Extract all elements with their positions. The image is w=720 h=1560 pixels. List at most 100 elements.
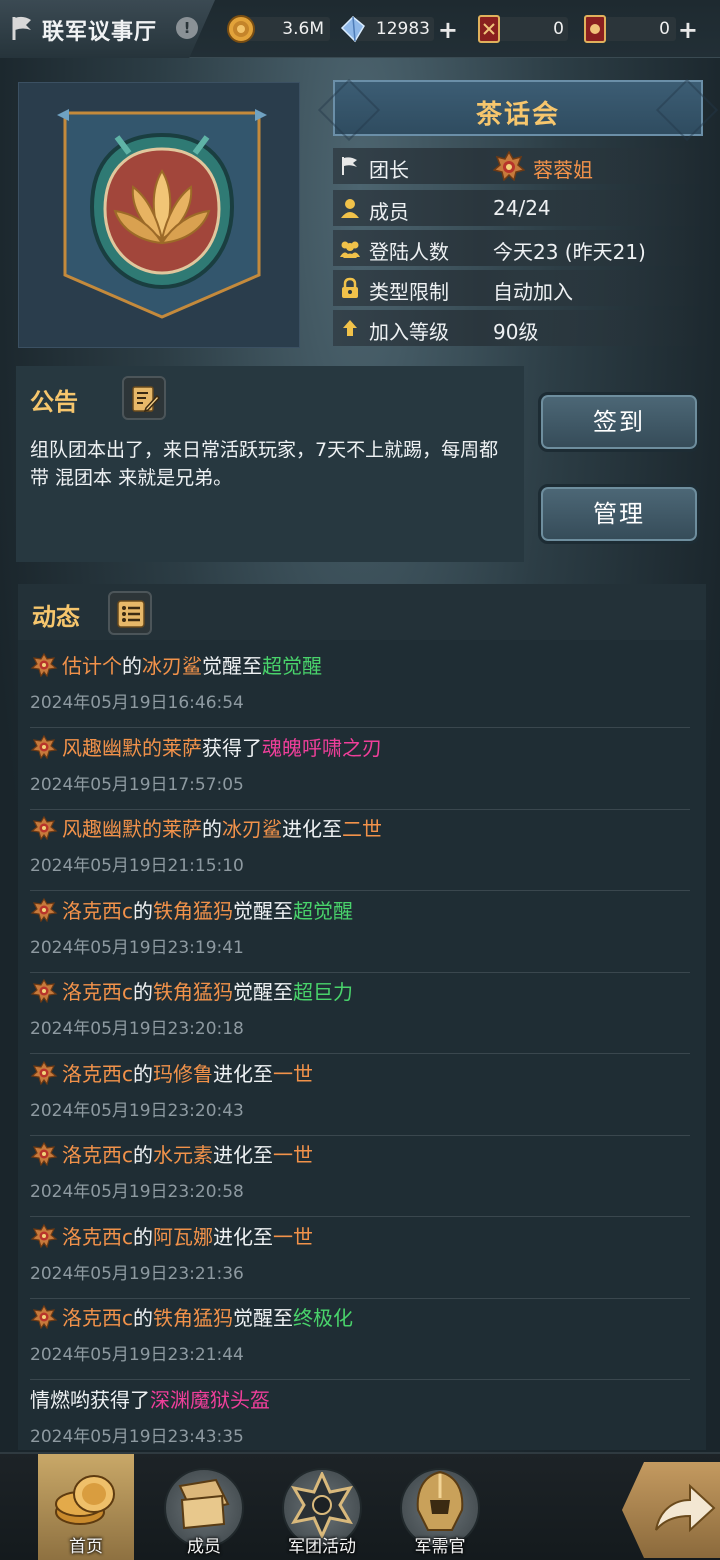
activity-title: 动态 bbox=[32, 603, 80, 631]
activity-time: 2024年05月19日23:19:41 bbox=[30, 937, 244, 958]
activity-segment: 觉醒至 bbox=[233, 980, 293, 1004]
join-level: 90级 bbox=[493, 320, 539, 344]
activity-segment: 超巨力 bbox=[293, 980, 353, 1004]
activity-segment: 风趣幽默的莱萨 bbox=[62, 735, 202, 760]
activity-segment: 玛修鲁 bbox=[153, 1061, 213, 1086]
activity-item: 洛克西c的水元素进化至一世 2024年05月19日23:20:58 bbox=[30, 1135, 690, 1217]
helmet-icon bbox=[416, 1470, 464, 1531]
arrow-up-icon bbox=[343, 320, 357, 336]
nav-tab-quartermaster[interactable]: 军需官 bbox=[392, 1454, 488, 1560]
activity-segment: 水元素 bbox=[153, 1143, 213, 1167]
activity-segment: 一世 bbox=[273, 1061, 313, 1086]
rank-badge-icon bbox=[30, 897, 58, 922]
info-icon[interactable]: ! bbox=[176, 17, 198, 39]
info-label: 成员 bbox=[369, 200, 409, 224]
activity-segment: 洛克西c bbox=[62, 1061, 133, 1086]
activity-item: 洛克西c的阿瓦娜进化至一世 2024年05月19日23:21:36 bbox=[30, 1217, 690, 1299]
resource-diamond: 12983 + bbox=[338, 14, 462, 44]
activity-segment: 二世 bbox=[342, 817, 382, 841]
activity-time: 2024年05月19日16:46:54 bbox=[30, 693, 244, 713]
page-title: 联军议事厅 bbox=[42, 20, 158, 45]
activity-segment: 的 bbox=[122, 654, 142, 678]
activity-item: 风趣幽默的莱萨获得了魂魄呼啸之刃 2024年05月19日17:57:05 bbox=[30, 728, 690, 810]
activity-segment: 洛克西c bbox=[62, 1306, 133, 1330]
activity-segment: 估计个 bbox=[62, 654, 122, 678]
info-label: 登陆人数 bbox=[369, 240, 449, 264]
rank-badge-icon bbox=[30, 1060, 58, 1085]
next-button[interactable] bbox=[622, 1462, 720, 1558]
info-row-logins: 登陆人数 今天23 (昨天21) bbox=[333, 230, 703, 266]
card-a-value: 0 bbox=[553, 19, 564, 39]
activity-segment: 进化至 bbox=[213, 1143, 273, 1167]
rank-badge-icon bbox=[30, 816, 58, 840]
coin-icon bbox=[227, 15, 255, 43]
activity-segment: 冰刃鲨 bbox=[142, 654, 202, 678]
resource-gold: 3.6M bbox=[226, 14, 330, 44]
leader-name[interactable]: 蓉蓉姐 bbox=[533, 154, 593, 183]
card-icon bbox=[478, 15, 500, 43]
resource-card-a: 0 bbox=[476, 14, 568, 44]
info-label: 团长 bbox=[369, 158, 409, 182]
activity-segment: 一世 bbox=[273, 1224, 313, 1249]
activity-header: 动态 bbox=[18, 584, 706, 640]
activity-text: 情燃哟获得了深渊魔狱头盔 bbox=[30, 1384, 270, 1413]
activity-segment: 终极化 bbox=[293, 1306, 353, 1330]
flag-icon bbox=[342, 157, 357, 175]
activity-segment: 觉醒至 bbox=[202, 654, 262, 678]
announcement-panel: 公告 组队团本出了，来日常活跃玩家，7天不上就踢，每周都带 混团本 来就是兄弟。 bbox=[16, 366, 524, 562]
activity-segment: 魂魄呼啸之刃 bbox=[262, 735, 382, 760]
activity-item: 洛克西c的玛修鲁进化至一世 2024年05月19日23:20:43 bbox=[30, 1054, 690, 1136]
info-row-members: 成员 24/24 bbox=[333, 190, 703, 226]
rank-badge-icon bbox=[30, 1305, 58, 1329]
activity-time: 2024年05月19日17:57:05 bbox=[30, 774, 244, 795]
activity-text: 洛克西c的玛修鲁进化至一世 bbox=[30, 1058, 313, 1087]
bottom-nav: 首页 成员 军团活动 军需官 bbox=[0, 1452, 720, 1560]
activity-segment: 的 bbox=[133, 898, 153, 923]
activity-segment: 阿瓦娜 bbox=[153, 1224, 213, 1249]
info-label: 加入等级 bbox=[369, 320, 449, 344]
activity-segment: 超觉醒 bbox=[293, 898, 353, 923]
crystal-icon bbox=[340, 15, 365, 43]
activity-time: 2024年05月19日23:20:43 bbox=[30, 1100, 244, 1121]
manage-button[interactable]: 管理 bbox=[538, 484, 700, 544]
activity-item: 洛克西c的铁角猛犸觉醒至超巨力 2024年05月19日23:20:18 bbox=[30, 972, 690, 1054]
nav-tab-home[interactable]: 首页 bbox=[38, 1454, 134, 1560]
nav-label: 成员 bbox=[187, 1537, 221, 1557]
activity-text: 洛克西c的铁角猛犸觉醒至超觉醒 bbox=[30, 895, 353, 924]
rank-badge-icon bbox=[30, 1223, 58, 1248]
add-diamond-button[interactable]: + bbox=[438, 16, 458, 44]
activity-segment: 情燃哟 bbox=[30, 1387, 90, 1412]
activity-text: 洛克西c的铁角猛犸觉醒至超巨力 bbox=[30, 976, 353, 1005]
activity-item: 洛克西c的铁角猛犸觉醒至终极化 2024年05月19日23:21:44 bbox=[30, 1298, 690, 1380]
activity-list-button[interactable] bbox=[108, 591, 152, 635]
diamond-value: 12983 bbox=[375, 19, 430, 39]
title-area: 联军议事厅 ! bbox=[0, 0, 215, 58]
info-row-level: 加入等级 90级 bbox=[333, 310, 703, 346]
checkin-button[interactable]: 签到 bbox=[538, 392, 700, 452]
guild-name: 茶话会 bbox=[475, 100, 560, 130]
activity-time: 2024年05月19日23:20:58 bbox=[30, 1182, 244, 1202]
coins-icon bbox=[55, 1475, 115, 1525]
activity-segment: 的 bbox=[133, 1061, 153, 1086]
activity-segment: 获得了 bbox=[202, 735, 262, 760]
activity-time: 2024年05月19日23:21:44 bbox=[30, 1345, 244, 1365]
guild-emblem-panel bbox=[18, 82, 300, 348]
arrow-right-icon bbox=[655, 1483, 716, 1533]
activity-segment: 风趣幽默的莱萨 bbox=[62, 817, 202, 841]
guild-name-banner: 茶话会 bbox=[333, 80, 703, 136]
activity-text: 风趣幽默的莱萨的冰刃鲨进化至二世 bbox=[30, 813, 382, 842]
nav-label: 军需官 bbox=[414, 1537, 466, 1557]
rank-badge-icon bbox=[30, 1142, 58, 1166]
nav-label: 首页 bbox=[69, 1537, 103, 1557]
edit-announcement-button[interactable] bbox=[122, 376, 166, 420]
activity-segment: 觉醒至 bbox=[233, 898, 293, 923]
nav-tab-events[interactable]: 军团活动 bbox=[274, 1454, 370, 1560]
info-row-leader: 团长 蓉蓉姐 bbox=[333, 148, 703, 184]
rank-badge-icon bbox=[30, 734, 58, 759]
activity-segment: 超觉醒 bbox=[262, 654, 322, 678]
add-card-button[interactable]: + bbox=[678, 16, 698, 44]
lotus-emblem-icon bbox=[57, 109, 267, 319]
nav-tab-members[interactable]: 成员 bbox=[156, 1454, 252, 1560]
star-icon bbox=[291, 1472, 353, 1538]
card-b-value: 0 bbox=[659, 19, 670, 39]
